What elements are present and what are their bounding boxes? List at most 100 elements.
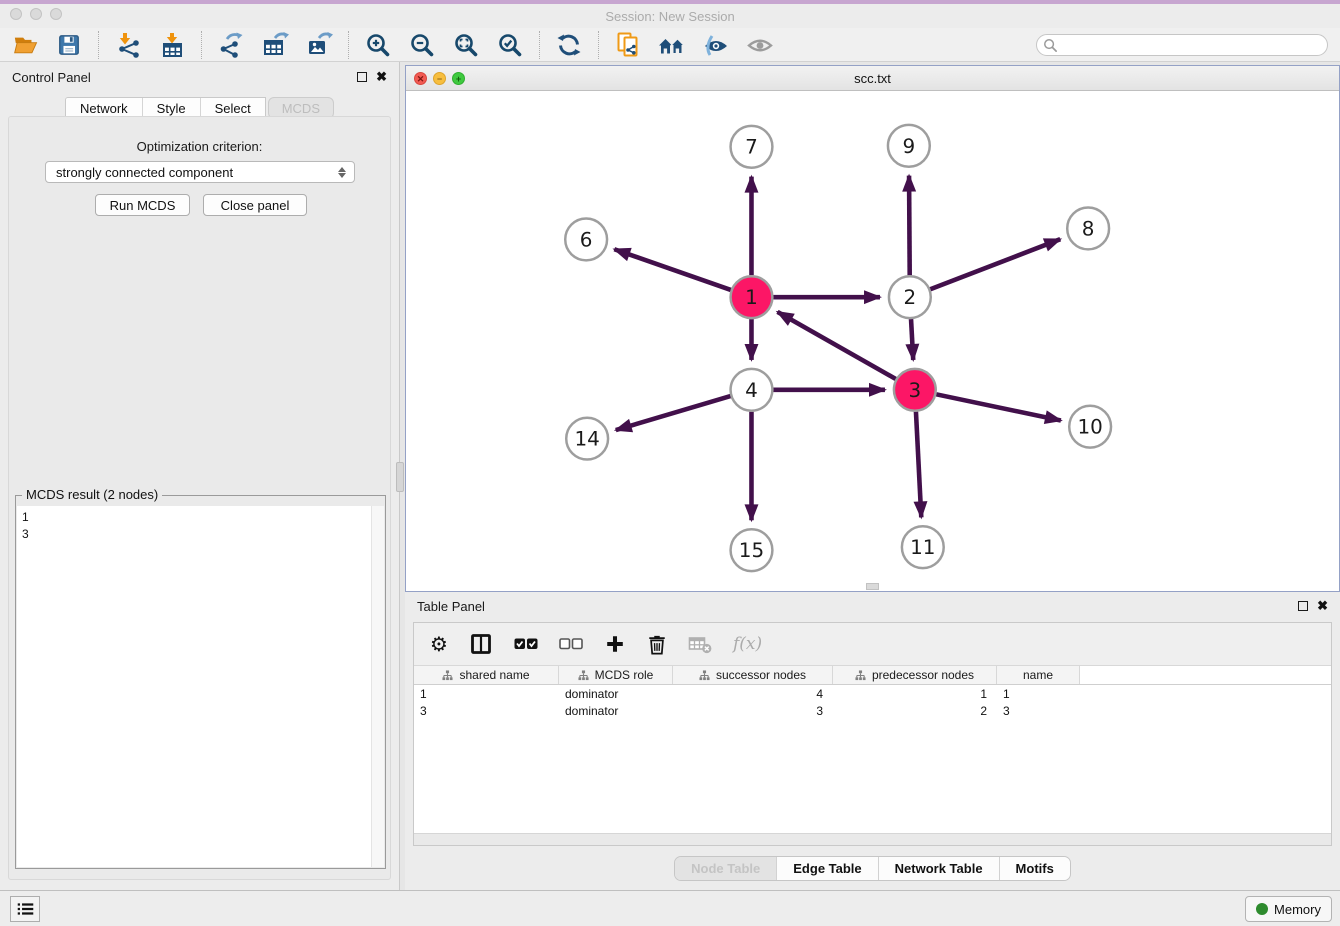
memory-label: Memory <box>1274 902 1321 917</box>
search-input[interactable] <box>1036 34 1328 56</box>
network-traffic-lights[interactable]: ✕ − + <box>414 72 465 85</box>
graph-edge[interactable] <box>911 319 913 360</box>
toolbar-separator <box>98 31 99 59</box>
tab-edge-table[interactable]: Edge Table <box>777 857 878 880</box>
panel-splitter-handle[interactable] <box>396 462 404 492</box>
table-row[interactable]: 1 dominator 4 1 1 <box>414 685 1331 702</box>
select-all-columns-icon[interactable] <box>514 638 538 650</box>
cell-successor-nodes[interactable]: 4 <box>673 687 833 701</box>
result-scrollbar[interactable] <box>371 506 384 867</box>
network-canvas[interactable]: 7961284314101511 <box>406 91 1339 591</box>
app-traffic-lights[interactable] <box>10 8 62 20</box>
search-icon <box>1043 38 1058 53</box>
canvas-hscroll-thumb[interactable] <box>866 583 879 590</box>
refresh-layout-button[interactable] <box>554 31 584 59</box>
toolbar-separator <box>201 31 202 59</box>
cell-name[interactable]: 1 <box>997 687 1080 701</box>
split-columns-icon[interactable] <box>469 632 493 656</box>
cell-shared-name[interactable]: 3 <box>414 704 559 718</box>
search-box[interactable] <box>1036 34 1328 56</box>
graph-edge[interactable] <box>777 312 895 379</box>
first-neighbors-button[interactable] <box>657 31 687 59</box>
graph-edge[interactable] <box>616 396 731 430</box>
eye-icon <box>746 32 774 58</box>
open-session-button[interactable] <box>10 31 40 59</box>
column-header-mcds-role[interactable]: MCDS role <box>559 666 673 684</box>
table-settings-icon[interactable]: ⚙ <box>430 634 448 654</box>
cell-name[interactable]: 3 <box>997 704 1080 718</box>
memory-button[interactable]: Memory <box>1245 896 1332 922</box>
export-network-button[interactable] <box>216 31 246 59</box>
column-header-shared-name[interactable]: shared name <box>414 666 559 684</box>
hide-selected-button[interactable] <box>701 31 731 59</box>
table-toolbar: ⚙ f(x) <box>414 623 1331 665</box>
table-row[interactable]: 3 dominator 3 2 3 <box>414 702 1331 719</box>
column-header-name[interactable]: name <box>997 666 1080 684</box>
close-panel-button[interactable]: Close panel <box>203 194 307 216</box>
import-network-button[interactable] <box>113 31 143 59</box>
tab-style[interactable]: Style <box>143 98 201 118</box>
cell-mcds-role[interactable]: dominator <box>559 687 673 701</box>
zoom-in-button[interactable] <box>363 31 393 59</box>
network-canvas-svg: 7961284314101511 <box>406 91 1339 591</box>
zoom-out-button[interactable] <box>407 31 437 59</box>
status-bar: Memory <box>0 890 1340 926</box>
column-header-predecessor-nodes[interactable]: predecessor nodes <box>833 666 997 684</box>
float-table-panel-icon[interactable] <box>1298 601 1308 611</box>
zoom-in-icon <box>365 32 391 58</box>
mcds-result-text[interactable]: 1 3 <box>17 506 384 867</box>
graph-node-label: 2 <box>904 286 917 309</box>
graph-node-label: 15 <box>739 539 764 562</box>
add-column-icon[interactable] <box>604 633 626 655</box>
export-image-icon <box>306 32 333 58</box>
export-table-button[interactable] <box>260 31 290 59</box>
zoom-selected-icon <box>497 32 523 58</box>
task-history-button[interactable] <box>10 896 40 922</box>
save-session-button[interactable] <box>54 31 84 59</box>
column-header-successor-nodes[interactable]: successor nodes <box>673 666 833 684</box>
graph-edge[interactable] <box>614 249 730 290</box>
tab-network[interactable]: Network <box>66 98 143 118</box>
table-hscroll-track[interactable] <box>414 833 1331 845</box>
cell-predecessor-nodes[interactable]: 1 <box>833 687 997 701</box>
maximize-network-icon[interactable]: + <box>452 72 465 85</box>
maximize-window-icon[interactable] <box>50 8 62 20</box>
float-panel-icon[interactable] <box>357 72 367 82</box>
tab-select[interactable]: Select <box>201 98 265 118</box>
graph-edge[interactable] <box>930 239 1060 289</box>
close-network-icon[interactable]: ✕ <box>414 72 427 85</box>
graph-edge[interactable] <box>916 412 921 518</box>
minimize-network-icon[interactable]: − <box>433 72 446 85</box>
zoom-selected-button[interactable] <box>495 31 525 59</box>
close-table-panel-icon[interactable]: ✖ <box>1317 601 1328 611</box>
show-all-button[interactable] <box>745 31 775 59</box>
network-window: ✕ − + scc.txt 7961284314101511 <box>405 65 1340 592</box>
tab-network-table[interactable]: Network Table <box>879 857 1000 880</box>
optimization-criterion-dropdown[interactable]: strongly connected component <box>45 161 355 183</box>
cell-shared-name[interactable]: 1 <box>414 687 559 701</box>
mcds-result-line: 1 <box>17 506 384 526</box>
close-window-icon[interactable] <box>10 8 22 20</box>
run-mcds-button[interactable]: Run MCDS <box>95 194 190 216</box>
deselect-all-columns-icon[interactable] <box>559 638 583 650</box>
export-image-button[interactable] <box>304 31 334 59</box>
cell-mcds-role[interactable]: dominator <box>559 704 673 718</box>
graph-edge[interactable] <box>936 394 1061 420</box>
tab-motifs[interactable]: Motifs <box>1000 857 1070 880</box>
tab-node-table[interactable]: Node Table <box>675 857 777 880</box>
column-label: predecessor nodes <box>872 668 974 682</box>
delete-table-icon <box>688 634 712 655</box>
minimize-window-icon[interactable] <box>30 8 42 20</box>
cell-successor-nodes[interactable]: 3 <box>673 704 833 718</box>
clone-network-button[interactable] <box>613 31 643 59</box>
zoom-fit-button[interactable] <box>451 31 481 59</box>
import-table-button[interactable] <box>157 31 187 59</box>
graph-node-label: 11 <box>910 536 935 559</box>
graph-edge[interactable] <box>909 176 910 276</box>
cell-predecessor-nodes[interactable]: 2 <box>833 704 997 718</box>
network-window-titlebar[interactable]: ✕ − + scc.txt <box>406 66 1339 91</box>
control-panel: Control Panel ✖ Network Style Select MCD… <box>0 62 400 890</box>
close-panel-icon[interactable]: ✖ <box>376 72 387 82</box>
delete-column-icon[interactable] <box>647 633 667 656</box>
graph-node-label: 9 <box>903 135 916 158</box>
